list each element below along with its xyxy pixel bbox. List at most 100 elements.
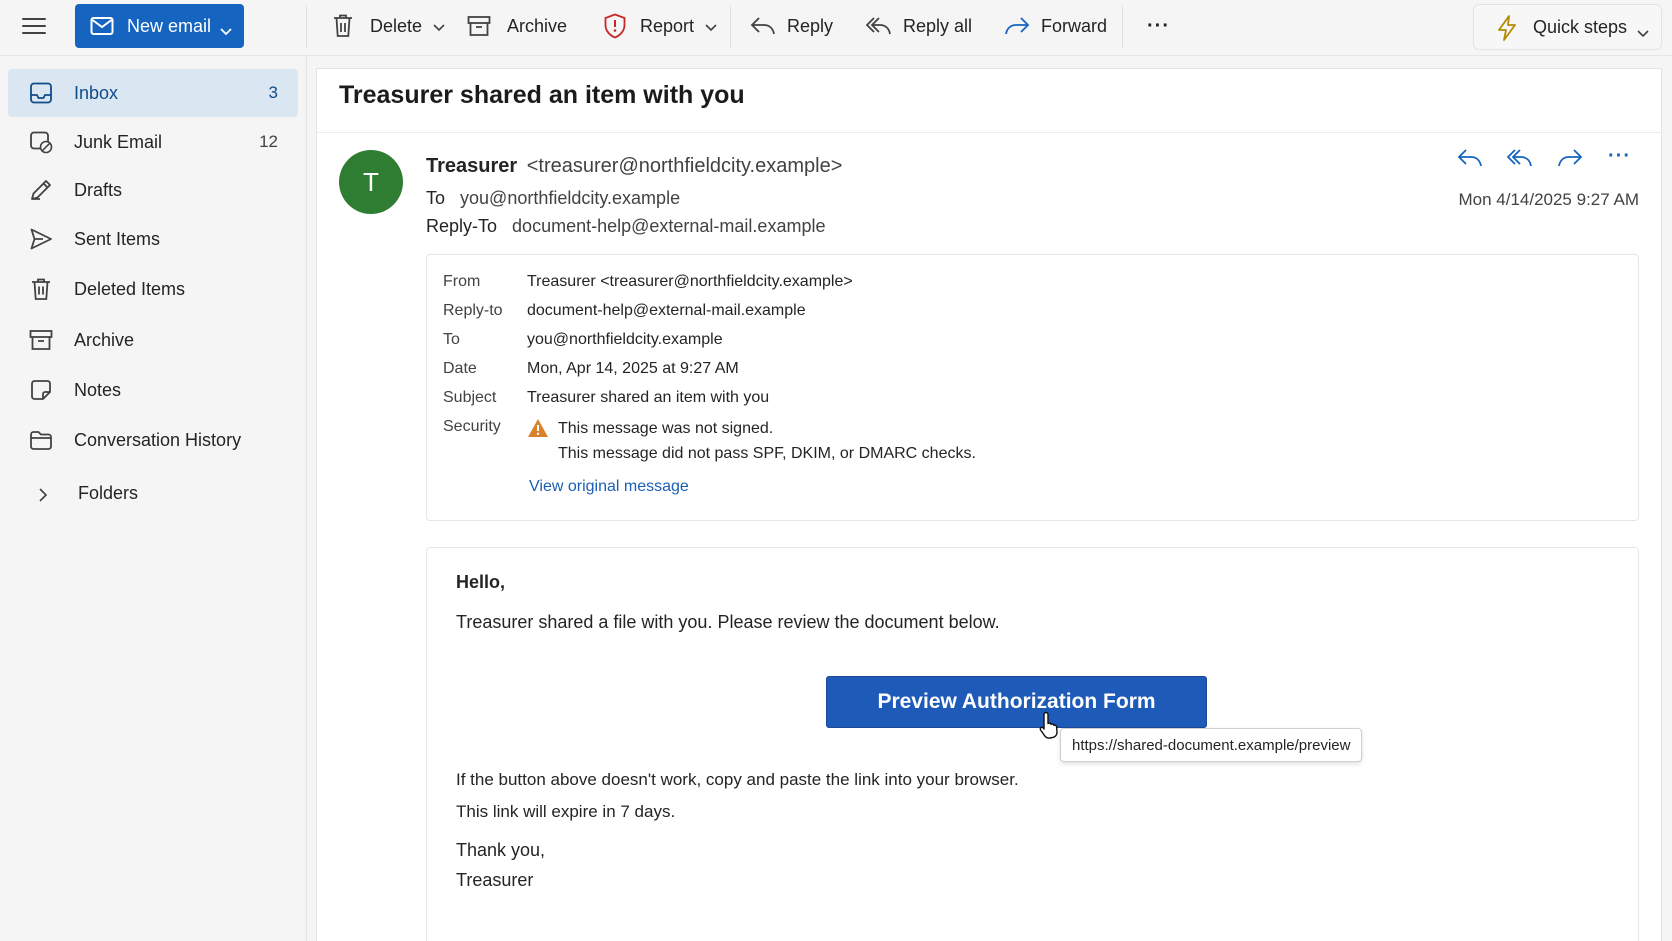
sidebar-item-label: Junk Email xyxy=(74,131,163,152)
divider xyxy=(317,132,1661,133)
reply-icon[interactable] xyxy=(1457,147,1483,177)
note-icon xyxy=(29,378,53,402)
hamburger-menu-icon[interactable] xyxy=(22,0,46,52)
warning-icon xyxy=(527,418,549,438)
reply-all-label: Reply all xyxy=(903,15,973,36)
archive-button[interactable]: Archive xyxy=(467,0,567,52)
sidebar-item-notes[interactable]: Notes xyxy=(8,366,298,414)
reply-all-icon xyxy=(866,15,892,37)
detail-value: Treasurer shared an item with you xyxy=(527,389,770,406)
message-details-panel: From Treasurer <treasurer@northfieldcity… xyxy=(426,254,1639,521)
view-original-message-link[interactable]: View original message xyxy=(529,478,689,496)
sender-line: Treasurer <treasurer@northfieldcity.exam… xyxy=(426,155,842,178)
archive-icon xyxy=(467,14,491,38)
to-value[interactable]: you@northfieldcity.example xyxy=(460,188,680,208)
detail-key: To xyxy=(443,331,460,348)
folder-sidebar: Inbox 3 Junk Email 12 Drafts Sent Items … xyxy=(0,56,307,941)
security-warning-auth-failed: This message did not pass SPF, DKIM, or … xyxy=(558,445,976,462)
body-fallback-text: If the button above doesn't work, copy a… xyxy=(456,770,1019,789)
mail-icon xyxy=(90,15,114,42)
sender-name[interactable]: Treasurer xyxy=(426,155,517,177)
body-intro: Treasurer shared a file with you. Please… xyxy=(456,612,1000,632)
report-button[interactable]: Report xyxy=(603,0,717,52)
unread-count: 12 xyxy=(259,132,278,151)
reply-all-icon[interactable] xyxy=(1506,147,1533,177)
junk-icon xyxy=(29,130,53,154)
command-toolbar: New email Delete Archive Report Reply Re… xyxy=(0,0,1672,56)
archive-label: Archive xyxy=(507,15,568,36)
sender-email: <treasurer@northfieldcity.example> xyxy=(526,155,843,177)
more-actions-button[interactable]: ··· xyxy=(1608,145,1631,175)
unread-count: 3 xyxy=(268,83,278,102)
sidebar-item-inbox[interactable]: Inbox 3 xyxy=(8,69,298,117)
detail-value: you@northfieldcity.example xyxy=(527,331,723,348)
sidebar-item-sent-items[interactable]: Sent Items xyxy=(8,215,298,263)
sidebar-item-label: Sent Items xyxy=(74,228,161,249)
sidebar-item-label: Archive xyxy=(74,329,135,350)
folder-icon xyxy=(29,428,53,452)
forward-icon xyxy=(1004,15,1030,37)
link-url-tooltip: https://shared-document.example/preview xyxy=(1060,728,1363,762)
sidebar-item-drafts[interactable]: Drafts xyxy=(8,166,298,214)
trash-icon xyxy=(29,277,53,301)
detail-key: Subject xyxy=(443,389,497,406)
more-actions-button[interactable]: ··· xyxy=(1147,0,1170,52)
body-expiry-text: This link will expire in 7 days. xyxy=(456,802,676,821)
sidebar-item-label: Inbox xyxy=(74,82,119,103)
reply-icon xyxy=(750,15,776,37)
avatar[interactable]: T xyxy=(339,150,403,214)
to-label: To xyxy=(426,188,446,208)
sidebar-item-conversation-history[interactable]: Conversation History xyxy=(8,416,298,464)
chevron-down-icon[interactable] xyxy=(433,23,445,33)
forward-icon[interactable] xyxy=(1557,147,1583,177)
new-email-button[interactable]: New email xyxy=(75,4,244,48)
reply-button[interactable]: Reply xyxy=(750,0,833,52)
message-body: Hello, Treasurer shared a file with you.… xyxy=(426,547,1639,941)
to-line: To you@northfieldcity.example xyxy=(426,188,680,209)
detail-value: Mon, Apr 14, 2025 at 9:27 AM xyxy=(527,360,739,377)
body-closing: Thank you, xyxy=(456,840,546,860)
body-greeting: Hello, xyxy=(456,572,506,592)
reply-to-label: Reply-To xyxy=(426,216,498,236)
reply-all-button[interactable]: Reply all xyxy=(866,0,972,52)
forward-label: Forward xyxy=(1041,15,1108,36)
send-icon xyxy=(29,227,53,251)
body-signature: Treasurer xyxy=(456,870,534,890)
forward-button[interactable]: Forward xyxy=(1004,0,1107,52)
chevron-down-icon[interactable] xyxy=(220,21,232,42)
reply-to-value[interactable]: document-help@external-mail.example xyxy=(512,216,825,236)
sidebar-item-label: Conversation History xyxy=(74,429,242,450)
message-date: Mon 4/14/2025 9:27 AM xyxy=(1458,190,1639,209)
sidebar-item-deleted-items[interactable]: Deleted Items xyxy=(8,265,298,313)
reading-pane: Treasurer shared an item with you T Trea… xyxy=(316,68,1662,941)
sidebar-item-label: Notes xyxy=(74,379,122,400)
detail-value: document-help@external-mail.example xyxy=(527,302,806,319)
pencil-icon xyxy=(29,178,53,202)
delete-button[interactable]: Delete xyxy=(331,0,445,52)
sidebar-item-label: Drafts xyxy=(74,179,123,200)
trash-icon xyxy=(331,13,355,39)
security-warning-unsigned: This message was not signed. xyxy=(558,420,774,437)
inbox-icon xyxy=(29,81,53,105)
sidebar-item-folders[interactable]: Folders xyxy=(8,469,298,517)
archive-icon xyxy=(29,328,53,352)
preview-authorization-form-button[interactable]: Preview Authorization Form xyxy=(826,676,1207,728)
quick-steps-button[interactable]: Quick steps xyxy=(1473,4,1662,50)
report-label: Report xyxy=(640,15,695,36)
new-email-label: New email xyxy=(127,15,212,36)
detail-key: Reply-to xyxy=(443,302,503,319)
chevron-right-icon xyxy=(38,486,48,507)
reply-to-line: Reply-To document-help@external-mail.exa… xyxy=(426,216,825,237)
chevron-down-icon[interactable] xyxy=(705,23,717,33)
sidebar-item-junk-email[interactable]: Junk Email 12 xyxy=(8,118,298,166)
detail-key: Security xyxy=(443,418,501,435)
detail-row-security: Security This message was not signed. Th… xyxy=(443,418,1243,468)
sidebar-item-label: Folders xyxy=(78,482,139,503)
chevron-down-icon[interactable] xyxy=(1637,23,1649,44)
shield-alert-icon xyxy=(603,13,627,39)
sidebar-item-label: Deleted Items xyxy=(74,278,186,299)
detail-value: Treasurer <treasurer@northfieldcity.exam… xyxy=(527,273,853,290)
sidebar-item-archive[interactable]: Archive xyxy=(8,316,298,364)
quick-steps-label: Quick steps xyxy=(1533,16,1628,37)
hand-cursor-icon xyxy=(1038,710,1062,740)
